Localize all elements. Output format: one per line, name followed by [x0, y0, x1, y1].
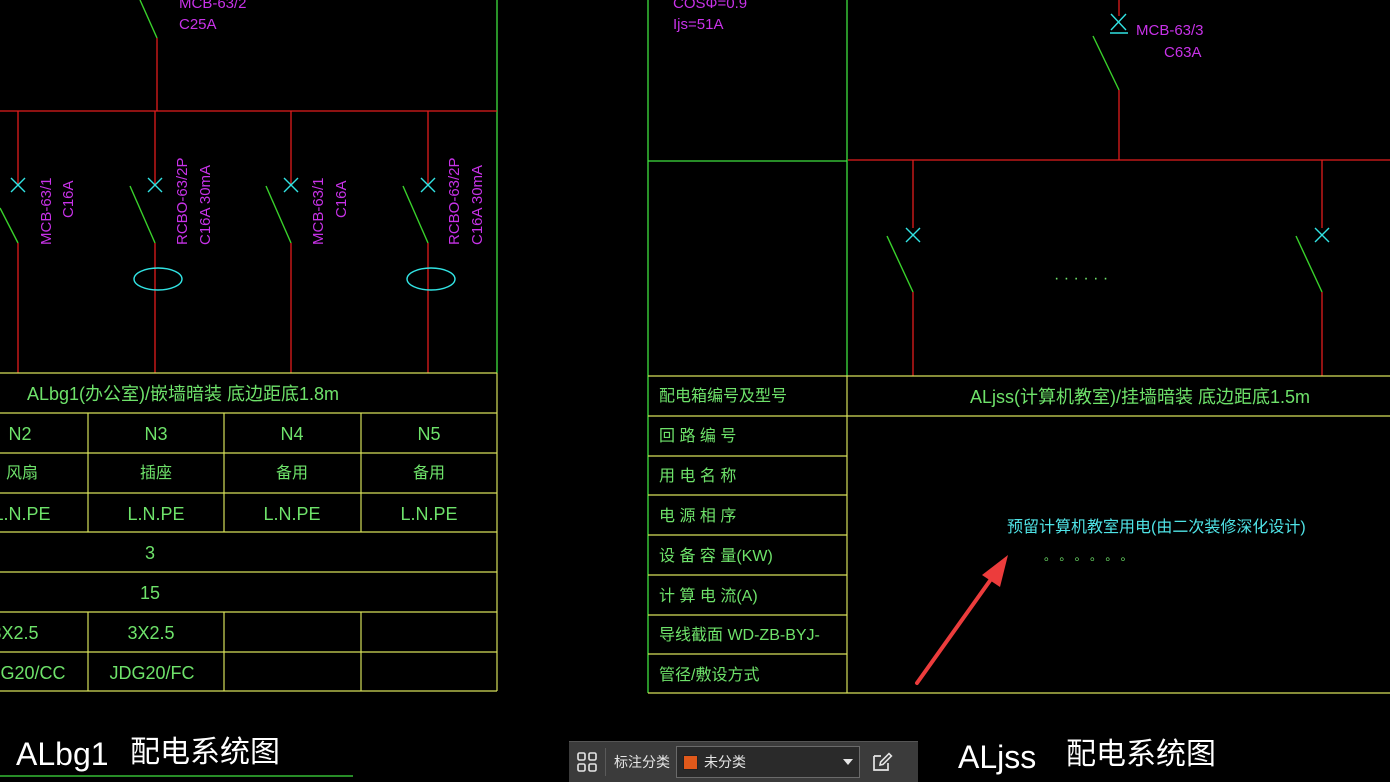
- load-cell: 备用: [413, 464, 445, 482]
- row-label: 回 路 编 号: [659, 427, 736, 445]
- circuit-3: MCB-63/1 C16A: [265, 111, 350, 373]
- circuit-2: RCBO-63/2P C16A 30mA: [129, 111, 214, 373]
- rcd-sensor-ring: [406, 267, 456, 291]
- calc-current-label: Ijs=51A: [673, 16, 723, 33]
- circuit-3-rating: C16A: [333, 180, 350, 218]
- circuit-1-rating: C16A: [60, 180, 77, 218]
- left-drawing-subtitle: 配电系统图: [130, 736, 280, 769]
- circuit-ellipsis: · · · · · ·: [1054, 270, 1108, 287]
- row-label: 用 电 名 称: [659, 467, 736, 485]
- circuit-number-cell: N4: [280, 424, 303, 444]
- right-panel: COSΦ=0.9 Ijs=51A MCB-63/3 C63A · · · · ·…: [647, 0, 1390, 775]
- circuit-3-model: MCB-63/1: [310, 177, 327, 245]
- load-cell: 风扇: [6, 464, 38, 482]
- circuit-4: RCBO-63/2P C16A 30mA: [402, 111, 486, 373]
- row-label: 管径/敷设方式: [659, 665, 759, 684]
- reserved-note-dots: 。 。 。 。 。 。: [1044, 549, 1133, 563]
- chevron-down-icon[interactable]: [843, 759, 853, 765]
- wire-section-cell: 3X2.5: [127, 623, 174, 643]
- left-circuit-table: [0, 372, 498, 692]
- main-breaker-rating: C63A: [1164, 44, 1202, 61]
- circuit-1-model: MCB-63/1: [38, 177, 55, 245]
- right-circuit-b: [1295, 160, 1330, 376]
- phase-cell: L.N.PE: [0, 504, 51, 524]
- conduit-cell: JDG20/CC: [0, 663, 66, 683]
- annotation-arrow: [915, 555, 1008, 685]
- category-color-swatch: [683, 754, 698, 770]
- phase-cell: L.N.PE: [400, 504, 457, 524]
- phase-cell: L.N.PE: [127, 504, 184, 524]
- circuit-4-model: RCBO-63/2P: [446, 157, 463, 245]
- left-table-text: N2 N3 N4 N5 风扇 插座 备用 备用 L.N.PE L.N.PE L.…: [0, 424, 458, 683]
- load-cell: 插座: [140, 464, 172, 482]
- category-label: 标注分类: [614, 755, 670, 771]
- rcd-sensor-ring: [133, 267, 183, 291]
- category-select[interactable]: 未分类: [676, 746, 860, 778]
- circuit-2-rating: C16A 30mA: [197, 165, 214, 245]
- current-cell: 15: [140, 583, 160, 603]
- wire-section-cell: 3X2.5: [0, 623, 39, 643]
- row-label: 计 算 电 流(A): [659, 586, 758, 605]
- capacity-cell: 3: [145, 543, 155, 563]
- row-label: 配电箱编号及型号: [659, 387, 787, 405]
- top-breaker-model: MCB-63/2: [179, 0, 247, 12]
- edit-icon[interactable]: [860, 742, 904, 782]
- row-label: 电 源 相 序: [659, 507, 736, 525]
- row-label: 设 备 容 量(KW): [659, 547, 773, 565]
- circuit-number-cell: N5: [417, 424, 440, 444]
- grid-icon[interactable]: [569, 742, 605, 782]
- selected-category: 未分类: [704, 755, 746, 771]
- right-circuit-a: [886, 160, 921, 376]
- top-breaker-rating: C25A: [179, 16, 217, 33]
- circuit-number-cell: N3: [144, 424, 167, 444]
- left-panel: MCB-63/2 C25A MCB-63/1 C16A RCBO-63/2P C…: [0, 0, 498, 777]
- right-drawing-title: ALjss: [958, 739, 1036, 775]
- phase-cell: L.N.PE: [263, 504, 320, 524]
- main-breaker-model: MCB-63/3: [1136, 22, 1204, 39]
- cad-drawing-canvas[interactable]: MCB-63/2 C25A MCB-63/1 C16A RCBO-63/2P C…: [0, 0, 1390, 781]
- main-breaker: MCB-63/3 C63A: [1092, 0, 1204, 160]
- circuit-1: MCB-63/1 C16A: [0, 111, 77, 373]
- left-drawing-title: ALbg1: [16, 736, 109, 772]
- right-drawing-subtitle: 配电系统图: [1066, 738, 1216, 771]
- load-cell: 备用: [276, 464, 308, 482]
- right-box-title: ALjss(计算机教室)/挂墙暗装 底边距底1.5m: [970, 387, 1310, 407]
- power-factor-label: COSΦ=0.9: [673, 0, 747, 12]
- left-box-title: ALbg1(办公室)/嵌墙暗装 底边距底1.8m: [27, 384, 339, 404]
- circuit-2-model: RCBO-63/2P: [174, 157, 191, 245]
- circuit-number-cell: N2: [8, 424, 31, 444]
- circuit-4-rating: C16A 30mA: [469, 165, 486, 245]
- row-label: 导线截面 WD-ZB-BYJ-: [659, 626, 820, 644]
- annotation-toolbar: 标注分类 未分类: [569, 741, 918, 782]
- reserved-note: 预留计算机教室用电(由二次装修深化设计): [1007, 517, 1306, 536]
- top-breaker: MCB-63/2 C25A: [139, 0, 247, 111]
- conduit-cell: JDG20/FC: [109, 663, 194, 683]
